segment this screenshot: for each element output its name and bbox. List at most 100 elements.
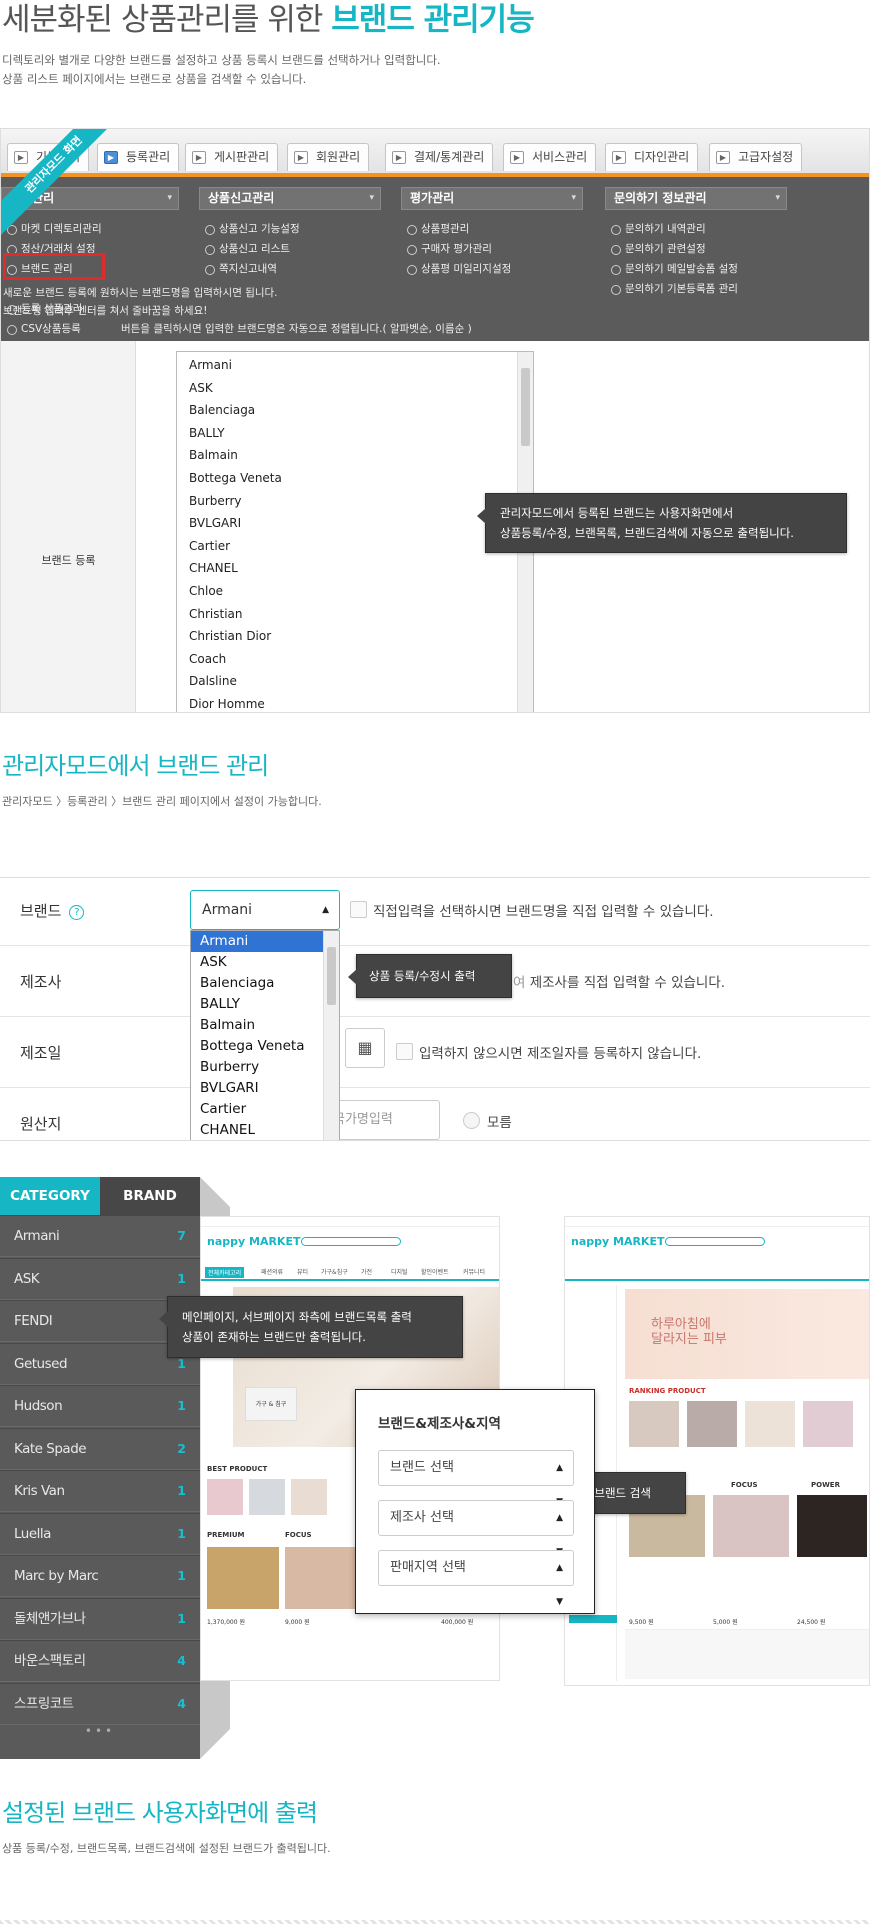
ranking-heading: RANKING PRODUCT — [629, 1387, 706, 1395]
menu-item-review[interactable]: 상품평관리 — [407, 221, 469, 237]
shop-search-bar[interactable] — [301, 1237, 401, 1246]
tab-payment-stats[interactable]: ▶ 결제/통계관리 — [385, 143, 494, 171]
nav-community[interactable]: 커뮤니티 — [463, 1267, 485, 1276]
nav-event[interactable]: 할인이벤트 — [421, 1267, 449, 1276]
tab-arrow-icon: ▶ — [104, 151, 118, 164]
dropdown-option[interactable]: Balenciaga — [191, 973, 339, 994]
maker-select[interactable]: 제조사 선택▲▼ — [378, 1500, 574, 1557]
menu-item-review-mileage[interactable]: 상품평 미일리지설정 — [407, 261, 511, 277]
brand-row[interactable]: 스프링코트 4 — [0, 1682, 200, 1725]
menu-item-inquiry-history[interactable]: 문의하기 내역관리 — [611, 221, 706, 237]
more-button[interactable]: ••• — [0, 1724, 200, 1738]
dropdown-option[interactable]: Bottega Veneta — [191, 1036, 339, 1057]
menu-head-review[interactable]: 평가관리 — [401, 187, 583, 210]
scroll-thumb[interactable] — [521, 368, 530, 446]
tab-service[interactable]: ▶ 서비스관리 — [503, 143, 597, 171]
dropdown-scrollbar[interactable] — [323, 931, 339, 1140]
brand-textarea[interactable]: Armani ASK Balenciaga BALLY Balmain Bottega V… — [176, 351, 534, 712]
brand-count: 1 — [177, 1525, 186, 1541]
tab-register[interactable]: ▶ 등록관리 — [97, 143, 180, 171]
product-thumb[interactable] — [629, 1401, 679, 1447]
dropdown-option[interactable]: CHANEL — [191, 1120, 339, 1140]
nav-all[interactable]: 전체카테고리 — [205, 1267, 245, 1278]
shop-logo[interactable]: nappy MARKET — [571, 1235, 664, 1248]
help-icon[interactable]: ? — [69, 905, 85, 920]
dropdown-option[interactable]: Armani — [191, 931, 339, 952]
nav-fashion[interactable]: 패션의류 — [261, 1267, 283, 1276]
hero-title-highlight: 브랜드 관리기능 — [331, 2, 534, 38]
notice-line: 버튼을 클릭하시면 입력한 브랜드명은 자동으로 정렬됩니다.( 알파벳순, 이… — [121, 323, 472, 335]
scroll-thumb[interactable] — [327, 947, 336, 1005]
calendar-icon[interactable]: ▦ — [345, 1028, 385, 1068]
tab-brand[interactable]: BRAND — [100, 1177, 200, 1215]
product-thumb[interactable] — [745, 1401, 795, 1447]
dropdown-option[interactable]: Cartier — [191, 1099, 339, 1120]
brand-row[interactable]: Armani 7 — [0, 1215, 200, 1257]
product-thumb[interactable] — [803, 1401, 853, 1447]
nav-digital[interactable]: 디지털 — [391, 1267, 408, 1276]
dropdown-option[interactable]: BVLGARI — [191, 1078, 339, 1099]
nav-furniture[interactable]: 가구&침구 — [321, 1267, 348, 1276]
brand-list-item: Chloe — [189, 583, 224, 598]
menu-head-inquiry[interactable]: 문의하기 정보관리 — [605, 187, 787, 210]
banner-caption: 가구 & 침구 — [245, 1387, 297, 1421]
brand-row[interactable]: Kate Spade 2 — [0, 1427, 200, 1470]
unknown-radio[interactable] — [463, 1112, 480, 1129]
menu-item-report-setting[interactable]: 상품신고 기능설정 — [205, 221, 300, 237]
hero-title-prefix: 세분화된 상품관리를 위한 — [2, 2, 332, 38]
no-date-checkbox[interactable] — [396, 1043, 413, 1060]
unknown-label: 모름 — [487, 1115, 512, 1131]
nav-appliance[interactable]: 가전 — [361, 1267, 372, 1276]
dropdown-option[interactable]: ASK — [191, 952, 339, 973]
product-thumb[interactable] — [285, 1547, 357, 1609]
tab-board[interactable]: ▶ 게시판관리 — [185, 143, 279, 171]
power-heading: POWER — [811, 1481, 840, 1489]
sub-banner[interactable]: 하루아침에 달라지는 피부 — [625, 1289, 869, 1379]
product-thumb[interactable] — [797, 1495, 867, 1557]
brand-row[interactable]: 돌체앤가브나 1 — [0, 1597, 200, 1640]
nav-beauty[interactable]: 뷰티 — [297, 1267, 308, 1276]
price-label: 9,000 원 — [285, 1619, 310, 1626]
region-select[interactable]: 판매지역 선택 ▲ ▼ — [378, 1550, 574, 1607]
brand-dropdown-list[interactable]: Armani ASK Balenciaga BALLY Balmain Bottega V… — [190, 930, 340, 1140]
product-thumb[interactable] — [207, 1479, 243, 1515]
product-thumb[interactable] — [207, 1547, 279, 1609]
menu-item-directory[interactable]: 마켓 디렉토리관리 — [7, 221, 102, 237]
tab-category[interactable]: CATEGORY — [0, 1177, 100, 1215]
menu-item-inquiry-mail[interactable]: 문의하기 메일발송폼 설정 — [611, 261, 738, 277]
tab-advanced[interactable]: ▶ 고급자설정 — [709, 143, 803, 171]
brand-row[interactable]: Marc by Marc 1 — [0, 1555, 200, 1597]
origin-input[interactable]: 국가명입력 — [328, 1100, 440, 1140]
tab-arrow-icon: ▶ — [392, 151, 406, 164]
sidebar-brand-button[interactable] — [569, 1615, 617, 1623]
dropdown-option[interactable]: Balmain — [191, 1015, 339, 1036]
brand-row[interactable]: ASK 1 — [0, 1257, 200, 1300]
menu-item-inquiry-setting[interactable]: 문의하기 관련설정 — [611, 241, 706, 257]
dropdown-option[interactable]: Burberry — [191, 1057, 339, 1078]
shop-logo[interactable]: nappy MARKET — [207, 1235, 300, 1248]
product-thumb[interactable] — [687, 1401, 737, 1447]
menu-item-csv[interactable]: CSV상품등록 — [7, 321, 81, 337]
direct-input-checkbox[interactable] — [350, 901, 367, 918]
brand-row[interactable]: Hudson 1 — [0, 1385, 200, 1427]
menu-head-report[interactable]: 상품신고관리 — [199, 187, 381, 210]
brand-row[interactable]: Kris Van 1 — [0, 1470, 200, 1512]
tab-member[interactable]: ▶ 회원관리 — [287, 143, 370, 171]
tab-design[interactable]: ▶ 디자인관리 — [605, 143, 699, 171]
brand-count: 1 — [177, 1568, 186, 1583]
product-thumb[interactable] — [249, 1479, 285, 1515]
product-thumb[interactable] — [713, 1495, 789, 1557]
brand-row[interactable]: Luella 1 — [0, 1512, 200, 1555]
dropdown-option[interactable]: BALLY — [191, 994, 339, 1015]
menu-item-report-list[interactable]: 상품신고 리스트 — [205, 241, 290, 257]
menu-item-inquiry-form[interactable]: 문의하기 기본등록폼 관리 — [611, 281, 738, 297]
brand-select[interactable]: 브랜드 선택▲▼ — [378, 1450, 574, 1507]
price-label: 9,500 원 — [629, 1619, 654, 1626]
brand-row[interactable]: 바운스팩토리 4 — [0, 1640, 200, 1682]
brand-name: ASK — [14, 1270, 40, 1287]
brand-select[interactable]: Armani▲▼ — [190, 890, 340, 953]
shop-search-bar[interactable] — [665, 1237, 765, 1246]
menu-item-buyer-review[interactable]: 구매자 평가관리 — [407, 241, 492, 257]
product-thumb[interactable] — [291, 1479, 327, 1515]
menu-item-note-report[interactable]: 쪽지신고내역 — [205, 261, 277, 277]
